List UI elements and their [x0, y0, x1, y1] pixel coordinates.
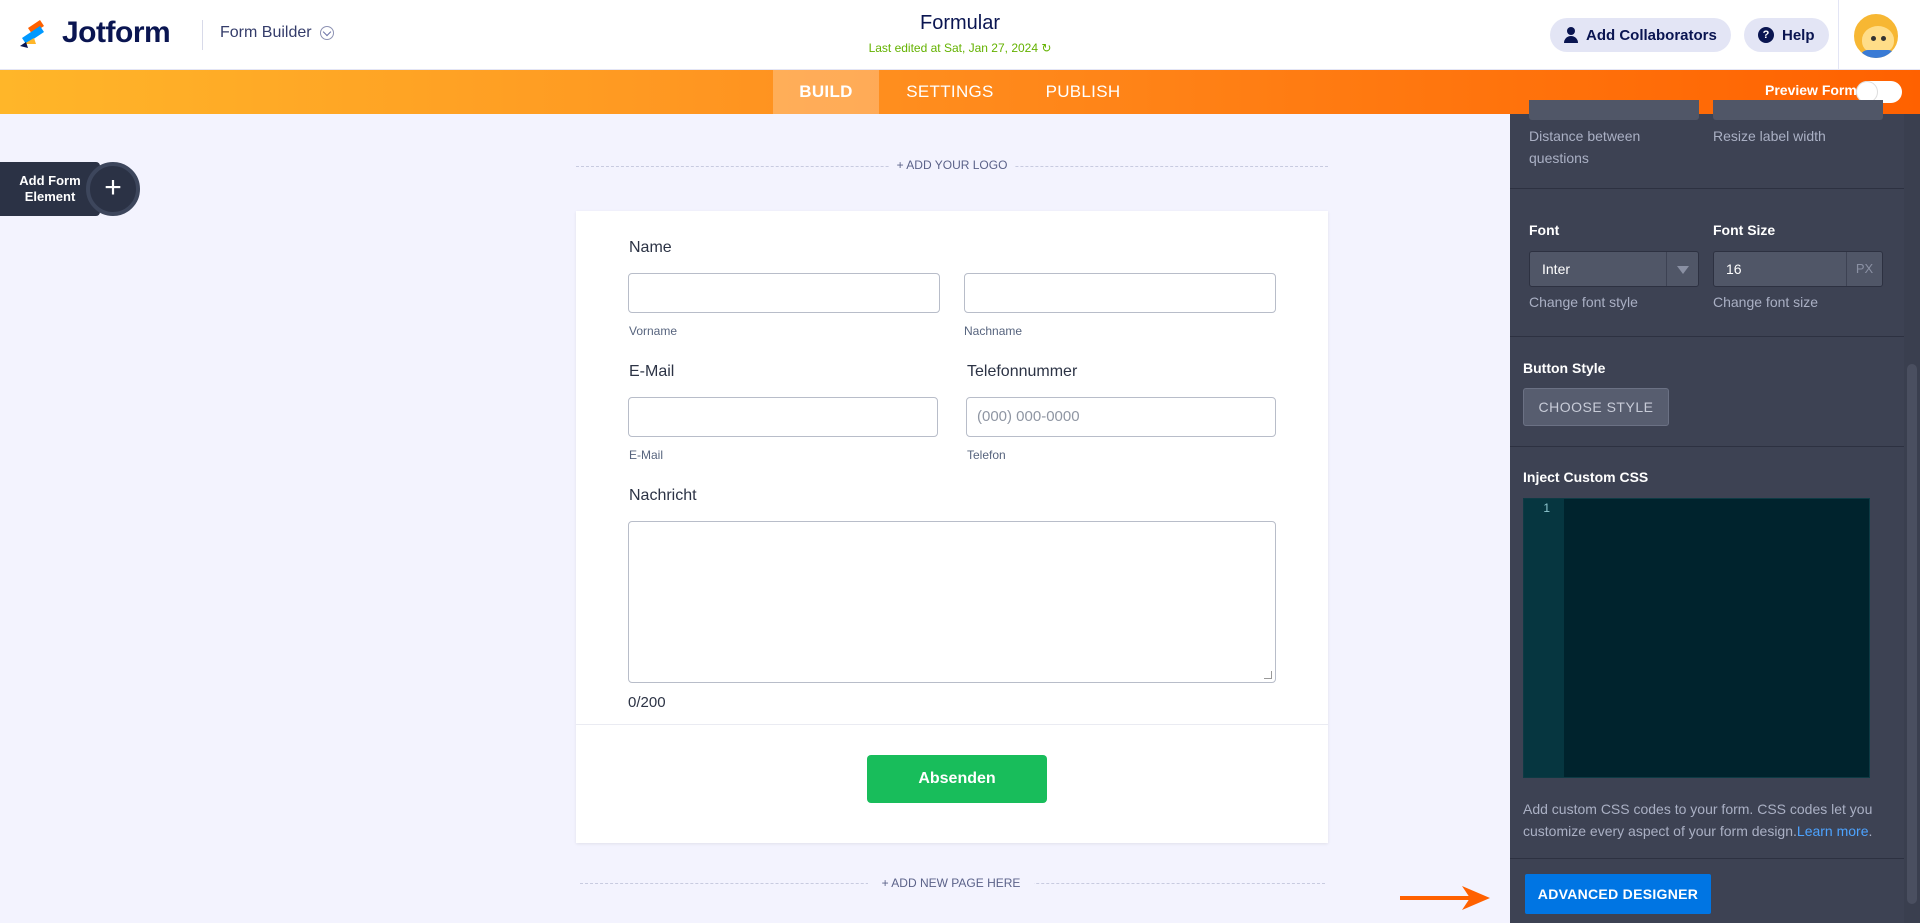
label-width-input[interactable] [1713, 100, 1883, 120]
add-logo-link[interactable]: + ADD YOUR LOGO [890, 158, 1014, 172]
custom-css-help-line2-text: customize every aspect of your form desi… [1523, 823, 1797, 839]
add-collaborators-label: Add Collaborators [1586, 26, 1717, 44]
email-input[interactable] [628, 397, 938, 437]
panel-divider [1510, 188, 1904, 189]
panel-divider [1510, 446, 1904, 447]
character-counter: 0/200 [628, 694, 666, 711]
add-form-element-button[interactable]: Add Form Element + [0, 162, 140, 216]
question-spacing-help: Distance between questions [1529, 125, 1640, 169]
font-size-unit: PX [1846, 252, 1882, 286]
header-divider-right [1838, 0, 1839, 70]
panel-divider [1510, 858, 1904, 859]
label-width-help: Resize label width [1713, 128, 1826, 144]
resize-handle[interactable] [1264, 671, 1272, 679]
last-name-input[interactable] [964, 273, 1276, 313]
form-builder-label: Form Builder [220, 24, 312, 41]
custom-css-help-line2: customize every aspect of your form desi… [1523, 820, 1893, 842]
learn-more-link[interactable]: Learn more [1797, 823, 1869, 839]
email-label[interactable]: E-Mail [629, 363, 674, 381]
name-label[interactable]: Name [629, 239, 672, 257]
question-spacing-help-line2: questions [1529, 150, 1589, 166]
add-form-element-line2: Element [24, 189, 76, 204]
toggle-knob [1857, 82, 1877, 102]
add-collaborators-button[interactable]: Add Collaborators [1550, 18, 1731, 52]
chevron-down-icon [319, 26, 334, 40]
font-size-value: 16 [1726, 261, 1742, 277]
last-edited-text: Last edited at Sat, Jan 27, 2024 [868, 41, 1039, 55]
jotform-logo[interactable]: Jotform [18, 16, 171, 50]
scrollbar-thumb[interactable] [1907, 364, 1917, 904]
jotform-logo-icon [20, 20, 44, 48]
avatar-eye-right [1881, 36, 1886, 41]
button-style-label: Button Style [1523, 360, 1606, 376]
avatar-body [1860, 50, 1896, 58]
form-card: Name Vorname Nachname E-Mail E-Mail Tele… [576, 211, 1328, 843]
brand-name: Jotform [62, 16, 171, 49]
question-spacing-input[interactable] [1529, 100, 1699, 120]
add-new-page-link[interactable]: + ADD NEW PAGE HERE [868, 876, 1034, 890]
submit-button[interactable]: Absenden [867, 755, 1047, 803]
help-button[interactable]: ? Help [1744, 18, 1829, 52]
add-form-element-line1: Add Form [19, 173, 81, 188]
top-header: Jotform Form Builder Formular Last edite… [0, 0, 1920, 70]
header-divider [202, 20, 203, 50]
custom-css-editor[interactable]: 1 [1523, 498, 1870, 778]
custom-css-label: Inject Custom CSS [1523, 469, 1649, 485]
panel-scrollbar[interactable] [1904, 114, 1920, 923]
form-title-block: Formular Last edited at Sat, Jan 27, 202… [760, 12, 1160, 55]
help-label: Help [1782, 26, 1815, 44]
last-name-sublabel: Nachname [964, 324, 1023, 338]
phone-input[interactable]: (000) 000-0000 [966, 397, 1276, 437]
plus-icon: + [86, 162, 140, 216]
panel-divider [1510, 336, 1904, 337]
preview-form-label: Preview Form [1765, 82, 1857, 98]
tab-settings[interactable]: SETTINGS [890, 70, 1010, 114]
email-sublabel: E-Mail [629, 448, 664, 462]
tab-publish[interactable]: PUBLISH [1030, 70, 1136, 114]
learn-more-period: . [1868, 823, 1873, 839]
font-select-value: Inter [1542, 261, 1571, 277]
caret-down-icon [1666, 252, 1698, 286]
phone-label[interactable]: Telefonnummer [967, 363, 1077, 381]
tab-build[interactable]: BUILD [773, 70, 879, 114]
form-divider [576, 724, 1328, 725]
refresh-icon[interactable]: ↻ [1041, 41, 1051, 55]
font-size-help: Change font size [1713, 294, 1819, 310]
user-icon [1564, 27, 1578, 43]
question-icon: ? [1758, 27, 1774, 43]
form-title[interactable]: Formular [760, 12, 1160, 35]
font-help: Change font style [1529, 294, 1638, 310]
line-number: 1 [1524, 499, 1564, 777]
choose-style-button[interactable]: CHOOSE STYLE [1523, 388, 1669, 426]
phone-sublabel: Telefon [967, 448, 1006, 462]
font-size-label: Font Size [1713, 222, 1776, 238]
form-builder-menu[interactable]: Form Builder [220, 24, 334, 42]
first-name-input[interactable] [628, 273, 940, 313]
advanced-designer-button[interactable]: ADVANCED DESIGNER [1525, 874, 1711, 914]
custom-css-help-line1: Add custom CSS codes to your form. CSS c… [1523, 801, 1873, 817]
add-form-element-label: Add Form Element [0, 162, 100, 216]
arrow-right-icon [1400, 886, 1490, 910]
question-spacing-help-line1: Distance between [1529, 128, 1641, 144]
first-name-sublabel: Vorname [629, 324, 678, 338]
font-label: Font [1529, 222, 1560, 238]
message-textarea[interactable] [628, 521, 1276, 683]
last-edited-status: Last edited at Sat, Jan 27, 2024 ↻ [760, 41, 1160, 55]
font-size-input[interactable]: 16 PX [1713, 251, 1883, 287]
avatar-eye-left [1871, 36, 1876, 41]
font-select[interactable]: Inter [1529, 251, 1699, 287]
custom-css-help: Add custom CSS codes to your form. CSS c… [1523, 798, 1893, 842]
message-label[interactable]: Nachricht [629, 487, 697, 505]
avatar[interactable] [1852, 12, 1900, 60]
